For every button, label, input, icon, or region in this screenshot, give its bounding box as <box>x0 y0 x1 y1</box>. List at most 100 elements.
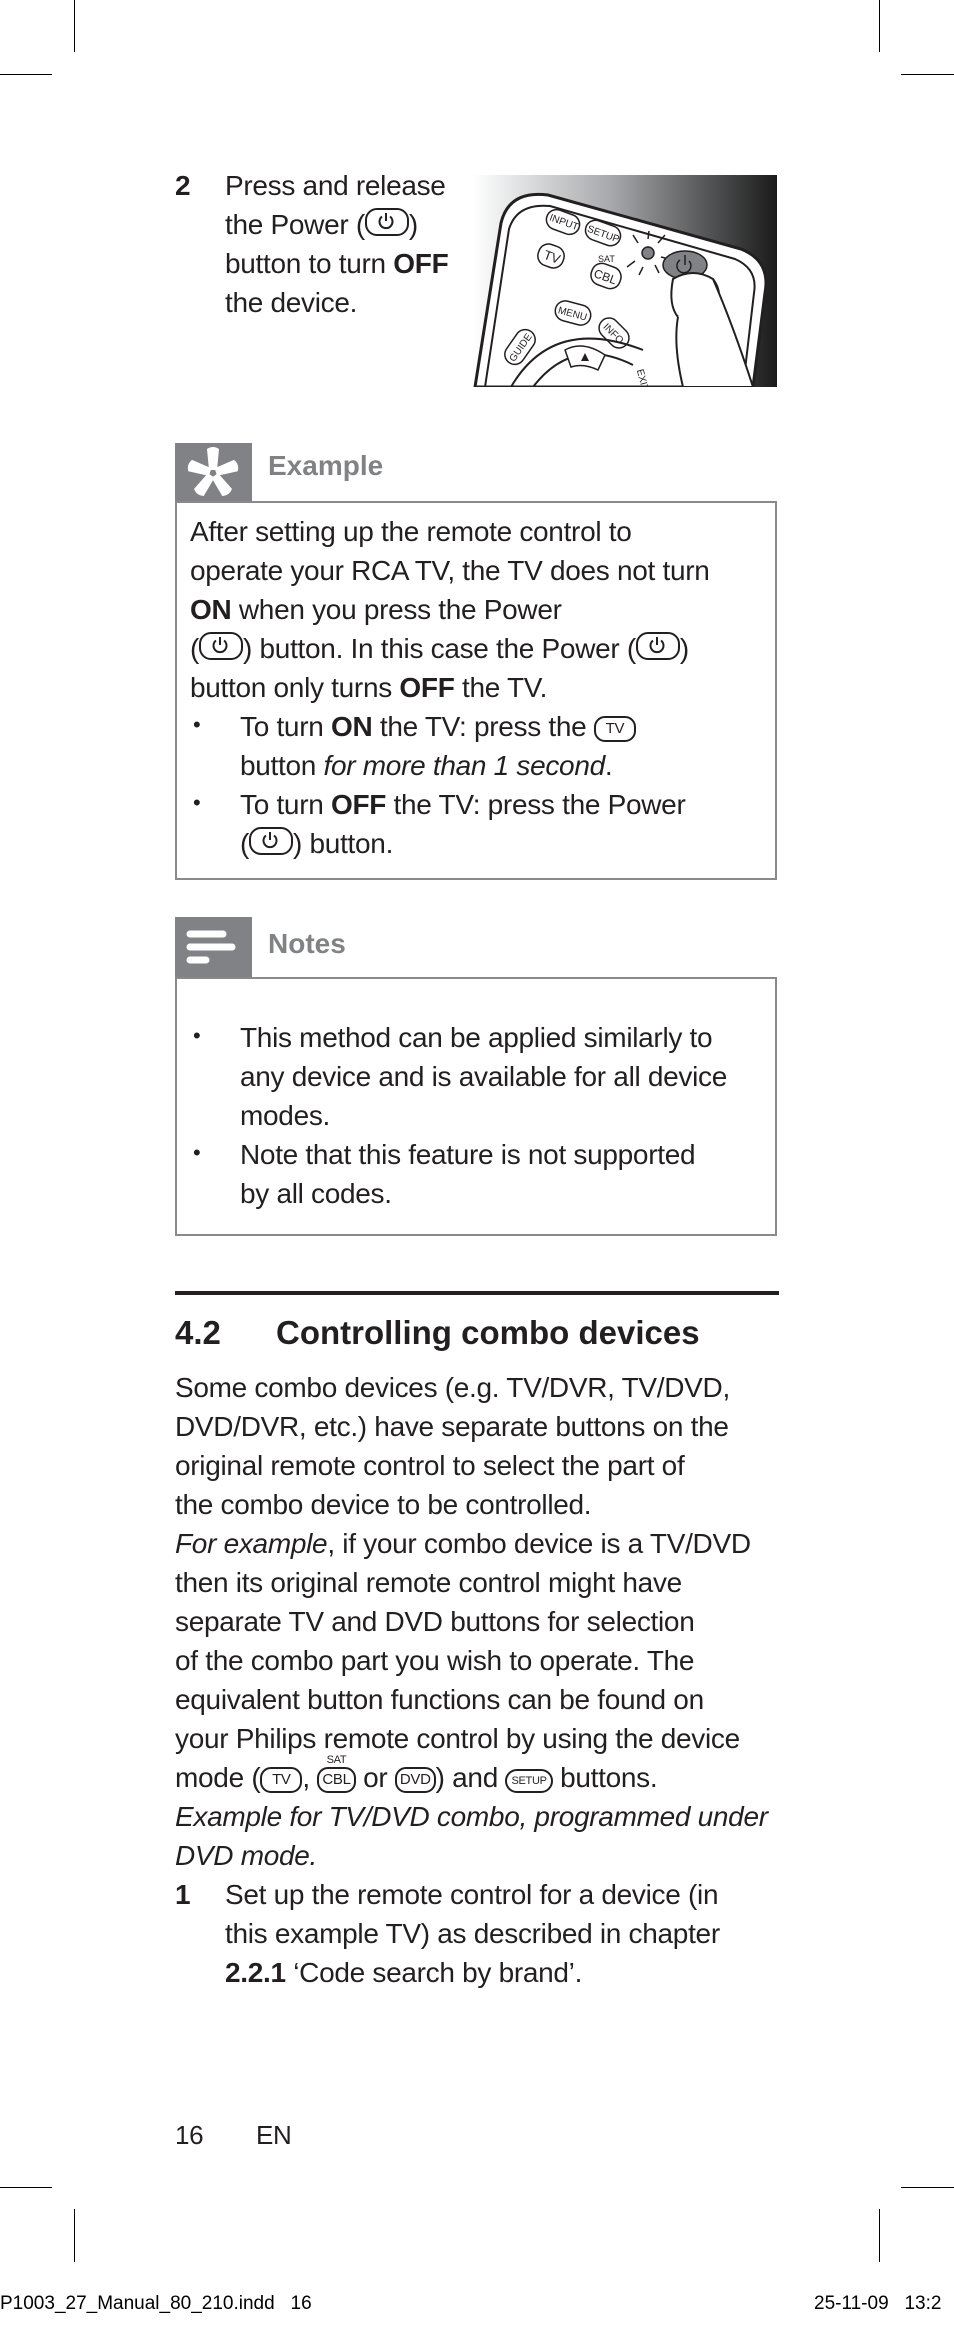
emphasis: ON <box>190 594 232 625</box>
step-number: 1 <box>175 1879 191 1910</box>
text: ) button. In this case the Power ( <box>243 633 636 664</box>
page-number: 16 <box>175 2120 204 2150</box>
notes-title: Notes <box>268 928 346 959</box>
example-text: After setting up the remote control to <box>190 516 632 547</box>
cbl-button-icon: SAT CBL <box>317 1754 356 1793</box>
step-text: the Power () <box>225 205 418 244</box>
text: ( <box>240 828 250 859</box>
example-text: ( ) button. In this case the Power () <box>190 629 689 668</box>
example-bullet-text: ( ) button. <box>240 824 393 863</box>
section-title: Controlling combo devices <box>276 1314 700 1351</box>
bullet-icon: • <box>193 1140 201 1165</box>
slug-datetime: 25-11-09 13:2 <box>814 2293 942 2314</box>
body-text: separate TV and DVD buttons for selectio… <box>175 1606 695 1637</box>
chapter-reference: 2.2.1 <box>225 1957 286 1988</box>
example-text: ON when you press the Power <box>190 590 562 629</box>
asterisk-icon <box>187 447 239 496</box>
italic-note: Example for TV/DVD combo, programmed und… <box>175 1801 768 1832</box>
body-text: the combo device to be controlled. <box>175 1489 592 1520</box>
text: ) <box>679 633 689 664</box>
emphasis: OFF <box>330 789 387 820</box>
italic-note: DVD mode. <box>175 1840 318 1871</box>
tv-button-icon: TV <box>593 716 636 742</box>
text: ) button. <box>293 828 394 859</box>
example-icon-box <box>175 443 252 502</box>
text: buttons. <box>552 1762 658 1793</box>
svg-text:SAT: SAT <box>598 254 615 264</box>
remote-illustration: INPUT SETUP TV SAT CBL MENU INFO GUIDE E… <box>473 175 777 387</box>
text: when you press the Power <box>231 594 562 625</box>
text: or <box>355 1762 395 1793</box>
tv-button-icon: TV <box>260 1767 303 1793</box>
crop-mark <box>901 2187 954 2188</box>
text: button only turns <box>190 672 400 703</box>
power-button-icon <box>364 208 409 236</box>
step-text: this example TV) as described in chapter <box>225 1918 720 1949</box>
body-text: DVD/DVR, etc.) have separate buttons on … <box>175 1411 729 1442</box>
notes-bullet-text: modes. <box>240 1100 331 1131</box>
notes-bullet-text: Note that this feature is not supported <box>240 1139 696 1170</box>
crop-mark <box>879 0 880 52</box>
step-text: 2.2.1 ‘Code search by brand’. <box>225 1953 582 1992</box>
setup-button-icon: SETUP <box>505 1769 553 1793</box>
example-bullet-text: button for more than 1 second. <box>240 746 613 785</box>
text: ( <box>190 633 200 664</box>
bullet-icon: • <box>193 790 201 815</box>
step-text: Set up the remote control for a device (… <box>225 1879 719 1910</box>
text: ) <box>408 209 418 240</box>
dvd-button-icon: DVD <box>394 1767 436 1793</box>
emphasis: OFF <box>399 672 455 703</box>
text: , <box>302 1762 318 1793</box>
text: button to turn <box>225 248 394 279</box>
notes-icon-box <box>175 917 252 979</box>
step-text: the device. <box>225 287 358 318</box>
step-text: Press and release <box>225 170 446 201</box>
section-rule <box>175 1291 779 1295</box>
text: button <box>240 750 324 781</box>
notes-bullet-text: This method can be applied similarly to <box>240 1022 713 1053</box>
example-bullet-text: To turn OFF the TV: press the Power <box>240 785 686 824</box>
body-text: original remote control to select the pa… <box>175 1450 685 1481</box>
slug-filename: P1003_27_Manual_80_210.indd 16 <box>0 2293 312 2314</box>
page-language: EN <box>256 2120 292 2150</box>
example-text: operate your RCA TV, the TV does not tur… <box>190 555 710 586</box>
emphasis: ON <box>330 711 373 742</box>
crop-mark <box>0 74 52 75</box>
emphasis: for more than 1 second <box>323 750 606 781</box>
body-text: then its original remote control might h… <box>175 1567 682 1598</box>
text: , if your combo device is a TV/DVD <box>327 1528 751 1559</box>
notes-bullet-text: any device and is available for all devi… <box>240 1061 728 1092</box>
example-bullet-text: To turn ON the TV: press the TV <box>240 707 636 746</box>
body-text: mode (TV, SAT CBL or DVD) and SETUP butto… <box>175 1754 658 1797</box>
crop-mark <box>901 74 954 75</box>
crop-mark <box>74 0 75 52</box>
bullet-icon: • <box>193 1023 201 1048</box>
example-title: Example <box>268 450 384 481</box>
text: . <box>604 750 613 781</box>
text: the TV: press the Power <box>386 789 686 820</box>
step-text: button to turn OFF <box>225 244 449 283</box>
emphasis: OFF <box>393 248 449 279</box>
body-text: of the combo part you wish to operate. T… <box>175 1645 695 1676</box>
sat-label: SAT <box>326 1754 347 1766</box>
notes-bullet-text: by all codes. <box>240 1178 392 1209</box>
crop-mark <box>0 2187 52 2188</box>
text: mode ( <box>175 1762 261 1793</box>
text: the TV. <box>454 672 548 703</box>
body-text: equivalent button functions can be found… <box>175 1684 704 1715</box>
crop-mark <box>879 2209 880 2262</box>
emphasis: For example <box>175 1528 328 1559</box>
crop-mark <box>74 2209 75 2262</box>
text: ) and <box>435 1762 506 1793</box>
notes-lines-icon <box>186 930 236 964</box>
text: ‘Code search by brand’. <box>285 1957 583 1988</box>
power-button-icon <box>635 632 680 660</box>
text: CBL <box>322 1771 351 1788</box>
text: the TV: press the <box>372 711 594 742</box>
body-text: Some combo devices (e.g. TV/DVR, TV/DVD, <box>175 1372 730 1403</box>
text: To turn <box>240 789 331 820</box>
bullet-icon: • <box>193 712 201 737</box>
body-text: For example, if your combo device is a T… <box>175 1524 751 1563</box>
text: the Power ( <box>225 209 365 240</box>
example-text: button only turns OFF the TV. <box>190 668 547 707</box>
